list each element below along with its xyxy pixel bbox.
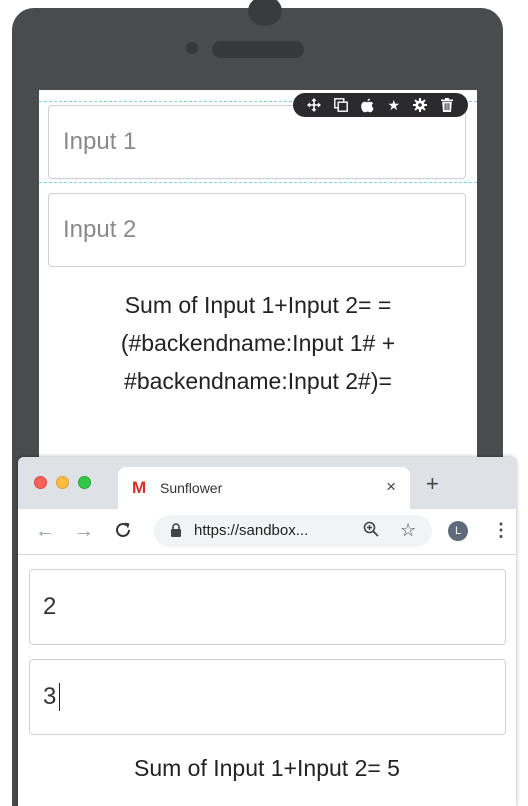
zoom-icon[interactable] (363, 521, 379, 542)
sum-formula-line: #backendname:Input 2#)= (124, 368, 392, 394)
sum-formula-line: (#backendname:Input 1# + (120, 330, 396, 356)
new-tab-button[interactable]: + (426, 473, 439, 495)
input-1-field[interactable] (29, 569, 506, 645)
browser-titlebar: M Sunflower × + (18, 457, 516, 509)
star-icon[interactable]: ★ (386, 97, 402, 113)
kebab-menu-icon[interactable]: ⋮ (492, 519, 510, 541)
url-text: https://sandbox... (194, 522, 309, 539)
phone-notch (248, 0, 282, 26)
profile-avatar[interactable]: L (448, 521, 468, 541)
gear-icon[interactable] (412, 97, 428, 113)
copy-icon[interactable] (333, 97, 349, 113)
forward-arrow-icon[interactable]: → (74, 521, 94, 541)
reload-icon[interactable] (114, 521, 132, 544)
tab-close-icon[interactable]: × (386, 477, 396, 497)
input-2-field[interactable] (29, 659, 506, 735)
window-minimize-button[interactable] (56, 476, 69, 489)
text-caret (59, 683, 60, 711)
phone-speaker (212, 41, 304, 58)
sum-formula-line: Sum of Input 1+Input 2= = (124, 292, 392, 318)
gmail-icon: M (132, 478, 147, 497)
window-close-button[interactable] (34, 476, 47, 489)
page-content: Sum of Input 1+Input 2= 5 (18, 555, 516, 806)
editor-input-2[interactable] (48, 193, 466, 267)
window-maximize-button[interactable] (78, 476, 91, 489)
address-bar[interactable]: https://sandbox... ☆ (154, 515, 432, 547)
trash-icon[interactable] (439, 97, 455, 113)
apple-icon[interactable] (359, 97, 375, 113)
editor-sum-formula: Sum of Input 1+Input 2= = (#backendname:… (39, 286, 477, 400)
tab-title: Sunflower (160, 480, 223, 496)
bookmark-star-icon[interactable]: ☆ (400, 520, 416, 540)
sum-result: Sum of Input 1+Input 2= 5 (134, 755, 400, 781)
phone-camera (186, 42, 198, 54)
browser-window: M Sunflower × + ← → https://sandbox... ☆… (18, 457, 516, 806)
move-icon[interactable] (306, 97, 322, 113)
selection-guide-bottom (39, 182, 477, 183)
browser-toolbar: ← → https://sandbox... ☆ L ⋮ (18, 509, 516, 555)
tab-sunflower[interactable]: M Sunflower × (118, 467, 410, 509)
lock-icon (170, 523, 182, 537)
phone-screen: ★ Sum of Input 1+Input 2= = (#backendnam… (39, 90, 477, 490)
element-toolbar: ★ (293, 93, 468, 117)
back-arrow-icon[interactable]: ← (35, 521, 55, 541)
